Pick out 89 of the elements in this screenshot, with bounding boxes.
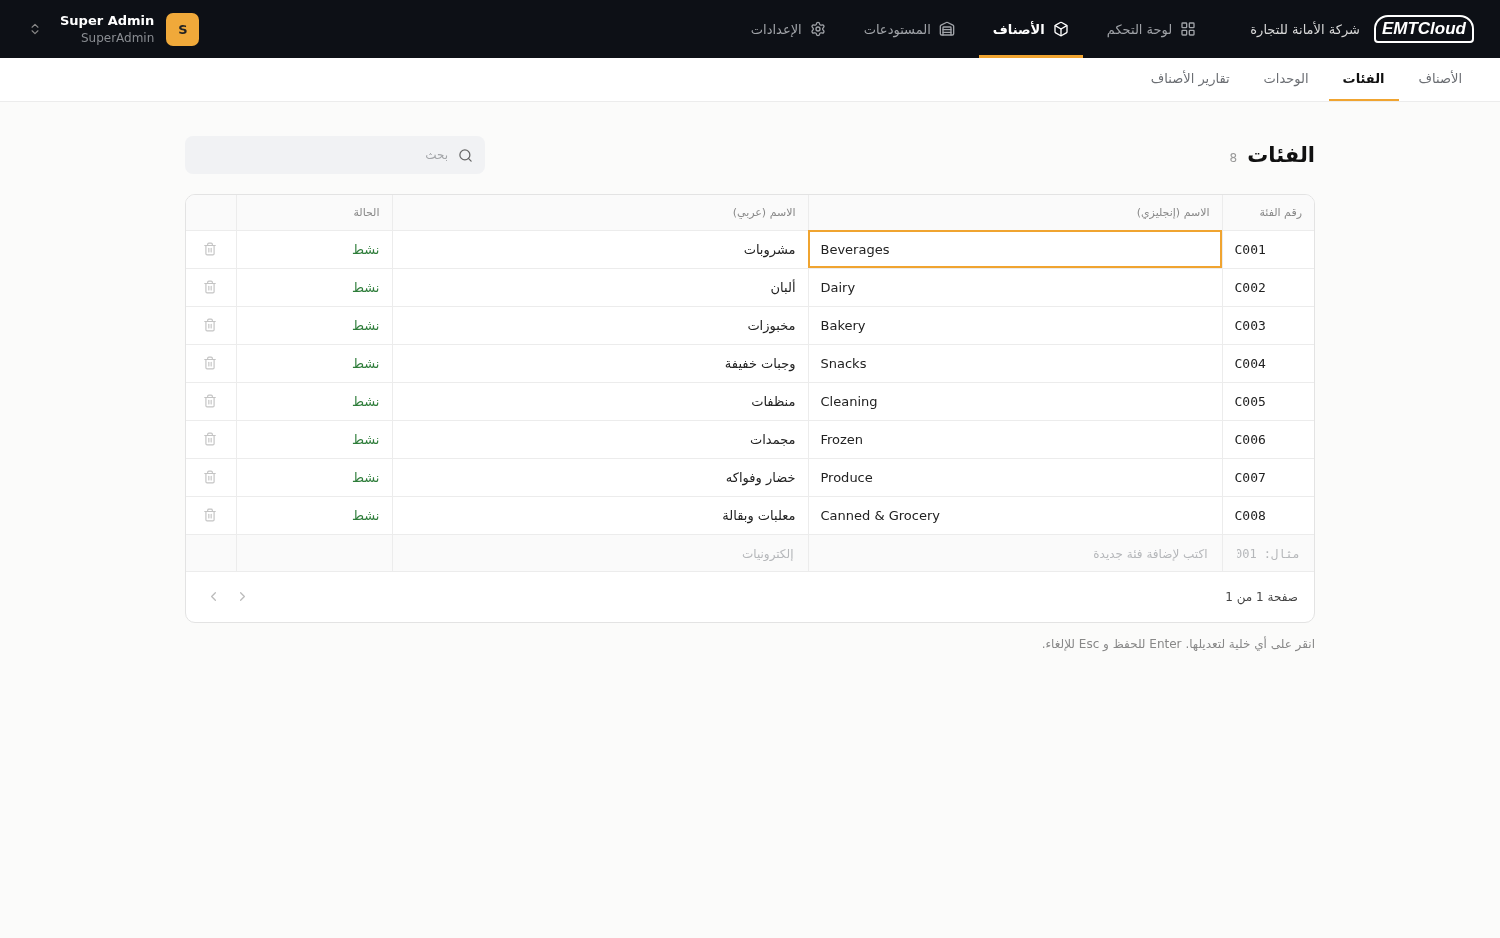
delete-button[interactable] bbox=[203, 318, 217, 332]
search-icon bbox=[458, 147, 473, 163]
avatar[interactable]: S bbox=[166, 12, 200, 46]
column-header: الحالة bbox=[236, 195, 392, 230]
table-cell[interactable]: C001 bbox=[1222, 230, 1314, 268]
table-cell[interactable]: C007 bbox=[1222, 458, 1314, 496]
status-text: نشط bbox=[351, 355, 380, 371]
column-header: رقم الفئة bbox=[1222, 195, 1314, 230]
table-cell[interactable]: Produce bbox=[808, 458, 1222, 496]
name-ar-input[interactable]: إلكترونيات bbox=[404, 546, 796, 562]
table-cell[interactable]: نشط bbox=[236, 496, 392, 534]
code-input[interactable]: مثال: 001 bbox=[1234, 546, 1302, 562]
trash-icon bbox=[203, 432, 217, 446]
table-cell[interactable]: نشط bbox=[236, 382, 392, 420]
table-cell[interactable]: نشط bbox=[236, 344, 392, 382]
table-cell[interactable]: نشط bbox=[236, 458, 392, 496]
page-indicator: صفحة 1 من 1 bbox=[1225, 589, 1298, 604]
trash-icon bbox=[203, 470, 217, 484]
sub-tab[interactable]: تقارير الأصناف bbox=[1136, 58, 1244, 101]
column-header: الاسم (إنجليزي) bbox=[808, 195, 1222, 230]
page-title: الفئات bbox=[1247, 143, 1315, 167]
search-input[interactable]: بحث bbox=[197, 147, 450, 163]
hint-text: انقر على أي خلية لتعديلها. Enter للحفظ و Esc للإلغاء. bbox=[1040, 636, 1315, 651]
status-text: نشط bbox=[351, 431, 380, 447]
column-header: الاسم (عربي) bbox=[392, 195, 808, 230]
status-text: نشط bbox=[351, 279, 380, 295]
table-cell[interactable]: Dairy bbox=[808, 268, 1222, 306]
delete-button[interactable] bbox=[203, 242, 217, 256]
nav-tab[interactable]: لوحة التحكم bbox=[1092, 0, 1211, 58]
table-cell[interactable]: C002 bbox=[1222, 268, 1314, 306]
table-cell[interactable]: وجبات خفيفة bbox=[392, 344, 808, 382]
trash-icon bbox=[203, 508, 217, 522]
delete-button[interactable] bbox=[203, 508, 217, 522]
table-cell[interactable]: Frozen bbox=[808, 420, 1222, 458]
table-cell[interactable]: مشروبات bbox=[392, 230, 808, 268]
settings-icon bbox=[809, 21, 826, 37]
delete-button[interactable] bbox=[203, 470, 217, 484]
table-cell[interactable]: نشط bbox=[236, 306, 392, 344]
nav-tab[interactable]: المستودعات bbox=[849, 0, 969, 58]
table-cell[interactable]: مخبوزات bbox=[392, 306, 808, 344]
table-cell[interactable]: Cleaning bbox=[808, 382, 1222, 420]
name-ar-field[interactable]: إلكترونيات bbox=[392, 534, 808, 571]
trash-icon bbox=[203, 242, 217, 256]
delete-button[interactable] bbox=[203, 394, 217, 408]
table-cell[interactable]: منظفات bbox=[392, 382, 808, 420]
logo: EMTCloud bbox=[1373, 15, 1474, 43]
count: 8 bbox=[1229, 151, 1238, 165]
warehouse-icon bbox=[938, 21, 955, 37]
table-cell[interactable]: C006 bbox=[1222, 420, 1314, 458]
table-cell[interactable]: C003 bbox=[1222, 306, 1314, 344]
box-icon bbox=[1052, 21, 1069, 37]
table-cell[interactable]: Canned & Grocery bbox=[808, 496, 1222, 534]
table-cell[interactable]: نشط bbox=[236, 420, 392, 458]
trash-icon bbox=[203, 318, 217, 332]
trash-icon bbox=[203, 356, 217, 370]
sub-tab[interactable]: الأصناف bbox=[1404, 58, 1476, 101]
name-en-input[interactable]: اكتب لإضافة فئة جديدة bbox=[820, 546, 1210, 562]
delete-button[interactable] bbox=[203, 280, 217, 294]
sub-tab[interactable]: الفئات bbox=[1328, 58, 1399, 101]
table-cell[interactable]: C004 bbox=[1222, 344, 1314, 382]
user-role: SuperAdmin bbox=[80, 31, 155, 45]
name-en-field[interactable]: اكتب لإضافة فئة جديدة bbox=[808, 534, 1222, 571]
code-field[interactable]: مثال: 001 bbox=[1222, 534, 1314, 571]
table-cell[interactable]: Beverages bbox=[808, 230, 1222, 268]
company-name: شركة الأمانة للتجارة bbox=[1250, 21, 1360, 37]
table-cell[interactable]: Snacks bbox=[808, 344, 1222, 382]
status-text: نشط bbox=[351, 393, 380, 409]
table-cell[interactable]: مجمدات bbox=[392, 420, 808, 458]
status-text: نشط bbox=[351, 469, 380, 485]
table-cell[interactable]: نشط bbox=[236, 268, 392, 306]
table-cell[interactable]: نشط bbox=[236, 230, 392, 268]
delete-button[interactable] bbox=[203, 356, 217, 370]
table-cell[interactable]: معلبات وبقالة bbox=[392, 496, 808, 534]
nav-tab[interactable]: الإعدادات bbox=[736, 0, 840, 58]
delete-button[interactable] bbox=[203, 432, 217, 446]
trash-icon bbox=[203, 280, 217, 294]
search-field[interactable]: بحث bbox=[185, 136, 485, 174]
table-cell[interactable]: Bakery bbox=[808, 306, 1222, 344]
status-text: نشط bbox=[351, 507, 380, 523]
table-cell[interactable]: ألبان bbox=[392, 268, 808, 306]
status-text: نشط bbox=[351, 317, 380, 333]
trash-icon bbox=[203, 394, 217, 408]
status-text: نشط bbox=[351, 241, 380, 257]
grid-icon bbox=[1180, 21, 1197, 37]
table-cell[interactable]: C005 bbox=[1222, 382, 1314, 420]
table-cell[interactable]: C008 bbox=[1222, 496, 1314, 534]
sub-tab[interactable]: الوحدات bbox=[1249, 58, 1323, 101]
user-name: Super Admin bbox=[60, 13, 155, 28]
table-cell[interactable]: خضار وفواكه bbox=[392, 458, 808, 496]
